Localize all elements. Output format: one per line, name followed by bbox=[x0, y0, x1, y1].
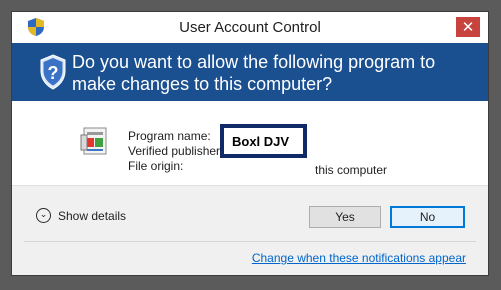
publisher-label: Verified publisher bbox=[128, 144, 221, 158]
no-button[interactable]: No bbox=[390, 206, 465, 228]
file-origin-label: File origin: bbox=[128, 159, 184, 173]
dialog-footer: ⌄ Show details Yes No Change when these … bbox=[12, 185, 488, 275]
question-banner: ? Do you want to allow the following pro… bbox=[12, 43, 488, 101]
program-labels: Program name: Verified publisher File or… bbox=[128, 129, 220, 174]
installer-icon bbox=[80, 127, 107, 155]
banner-question: Do you want to allow the following progr… bbox=[72, 52, 436, 94]
close-icon: ✕ bbox=[461, 18, 475, 36]
footer-divider bbox=[24, 241, 476, 242]
redaction-label: Boxl DJV bbox=[224, 128, 303, 154]
close-button[interactable]: ✕ bbox=[456, 17, 480, 37]
window-title: User Account Control bbox=[179, 19, 321, 36]
file-origin-value: this computer bbox=[315, 163, 388, 177]
uac-shield-icon: ? bbox=[40, 54, 66, 90]
chevron-down-icon: ⌄ bbox=[36, 208, 51, 223]
svg-text:?: ? bbox=[48, 63, 59, 83]
title-bar: User Account Control ✕ bbox=[12, 12, 488, 43]
yes-button[interactable]: Yes bbox=[309, 206, 381, 228]
program-name-label: Program name: bbox=[128, 129, 211, 143]
show-details-label: Show details bbox=[58, 208, 127, 223]
uac-dialog: User Account Control ✕ ? Do you want to … bbox=[12, 12, 488, 275]
show-details-toggle[interactable]: ⌄ Show details bbox=[36, 208, 126, 223]
program-info: Program name: Verified publisher File or… bbox=[12, 101, 488, 185]
notification-settings-link[interactable]: Change when these notifications appear bbox=[252, 251, 466, 265]
redaction-box: Boxl DJV bbox=[220, 124, 307, 158]
